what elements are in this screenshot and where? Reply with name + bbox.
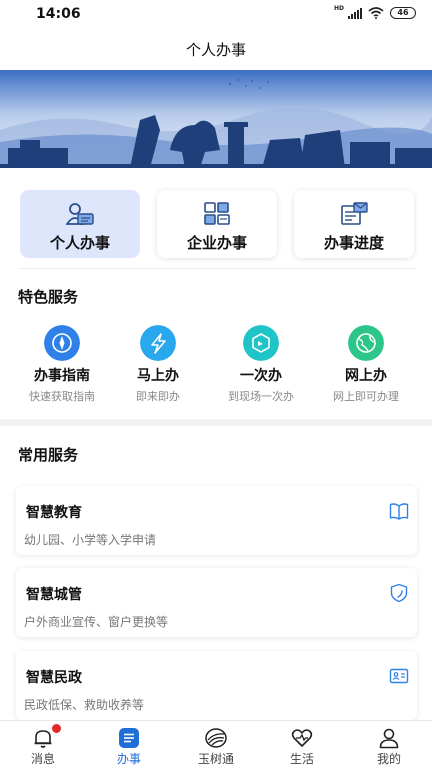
- quick-business-affairs[interactable]: 企业办事: [157, 190, 277, 258]
- feature-one-visit-desc: 到现场一次办: [228, 390, 294, 403]
- hexagon-icon: [243, 325, 279, 361]
- service-urban-title: 智慧城管: [26, 587, 82, 603]
- service-education-title: 智慧教育: [26, 505, 82, 521]
- tab-mine[interactable]: 我的: [346, 721, 432, 768]
- compass-icon: [44, 325, 80, 361]
- banner-image: [0, 70, 432, 168]
- status-time: 14:06: [36, 6, 81, 22]
- status-bar: 14:06 HD 46: [0, 0, 432, 30]
- feature-one-visit-name: 一次办: [240, 368, 282, 384]
- book-icon: [389, 503, 409, 520]
- network-type-label: HD: [333, 5, 344, 12]
- status-icons: HD 46: [333, 5, 416, 19]
- signal-icon: [348, 7, 362, 19]
- tab-affairs-label: 办事: [116, 752, 141, 766]
- quick-actions: 个人办事 企业办事 办事进度: [0, 190, 432, 260]
- divider: [18, 268, 416, 269]
- quick-progress[interactable]: 办事进度: [294, 190, 414, 258]
- featured-section-title: 特色服务: [18, 288, 79, 306]
- tab-life[interactable]: 生活: [259, 721, 345, 768]
- bottom-tab-bar: 消息 办事 玉树通 生活 我的: [0, 720, 432, 768]
- person-id-icon: [66, 203, 94, 225]
- document-icon: [119, 728, 139, 748]
- bell-icon: [34, 730, 52, 748]
- quick-personal-affairs[interactable]: 个人办事: [20, 190, 140, 258]
- tab-mine-label: 我的: [376, 752, 401, 766]
- tab-messages-label: 消息: [30, 752, 55, 766]
- logo-icon: [205, 728, 227, 748]
- feature-instant-desc: 即来即办: [136, 390, 180, 403]
- feature-online-desc: 网上即可办理: [333, 390, 399, 403]
- notification-badge: [52, 724, 61, 733]
- feature-online-name: 网上办: [345, 368, 387, 384]
- service-card-civil-affairs[interactable]: 智慧民政 民政低保、救助收养等: [16, 651, 417, 720]
- section-separator: [0, 419, 432, 426]
- feature-online[interactable]: 网上办 网上即可办理: [312, 325, 420, 404]
- globe-icon: [348, 325, 384, 361]
- id-card-icon: [389, 668, 409, 684]
- feature-one-visit[interactable]: 一次办 到现场一次办: [207, 325, 315, 404]
- battery-indicator: 46: [390, 7, 416, 19]
- feature-instant-name: 马上办: [137, 368, 179, 384]
- feature-instant[interactable]: 马上办 即来即办: [104, 325, 212, 404]
- tab-affairs[interactable]: 办事: [86, 721, 172, 768]
- service-civil-title: 智慧民政: [26, 670, 82, 686]
- title-bar: 个人办事: [0, 30, 432, 70]
- page-title: 个人办事: [185, 41, 246, 59]
- tab-life-label: 生活: [289, 752, 314, 766]
- common-section-title: 常用服务: [18, 446, 79, 464]
- user-icon: [379, 728, 399, 749]
- feature-guide[interactable]: 办事指南 快速获取指南: [8, 325, 116, 404]
- wifi-icon: [368, 7, 384, 19]
- tab-messages[interactable]: 消息: [0, 721, 86, 768]
- service-card-education[interactable]: 智慧教育 幼儿园、小学等入学申请: [16, 486, 417, 555]
- quick-business-label: 企业办事: [186, 234, 247, 252]
- service-education-desc: 幼儿园、小学等入学申请: [24, 533, 157, 547]
- service-urban-desc: 户外商业宣传、窗户更换等: [24, 615, 169, 629]
- building-grid-icon: [204, 202, 230, 225]
- shield-icon: [390, 583, 408, 603]
- heart-icon: [291, 729, 313, 747]
- service-civil-desc: 民政低保、救助收养等: [24, 698, 145, 712]
- feature-guide-desc: 快速获取指南: [29, 390, 95, 403]
- quick-progress-label: 办事进度: [323, 234, 384, 252]
- progress-mail-icon: [341, 202, 368, 225]
- tab-yushutong-label: 玉树通: [197, 752, 234, 766]
- service-card-urban-management[interactable]: 智慧城管 户外商业宣传、窗户更换等: [16, 568, 417, 637]
- tab-yushutong[interactable]: 玉树通: [173, 721, 259, 768]
- feature-guide-name: 办事指南: [34, 368, 90, 384]
- quick-personal-label: 个人办事: [49, 234, 110, 252]
- lightning-icon: [140, 325, 176, 361]
